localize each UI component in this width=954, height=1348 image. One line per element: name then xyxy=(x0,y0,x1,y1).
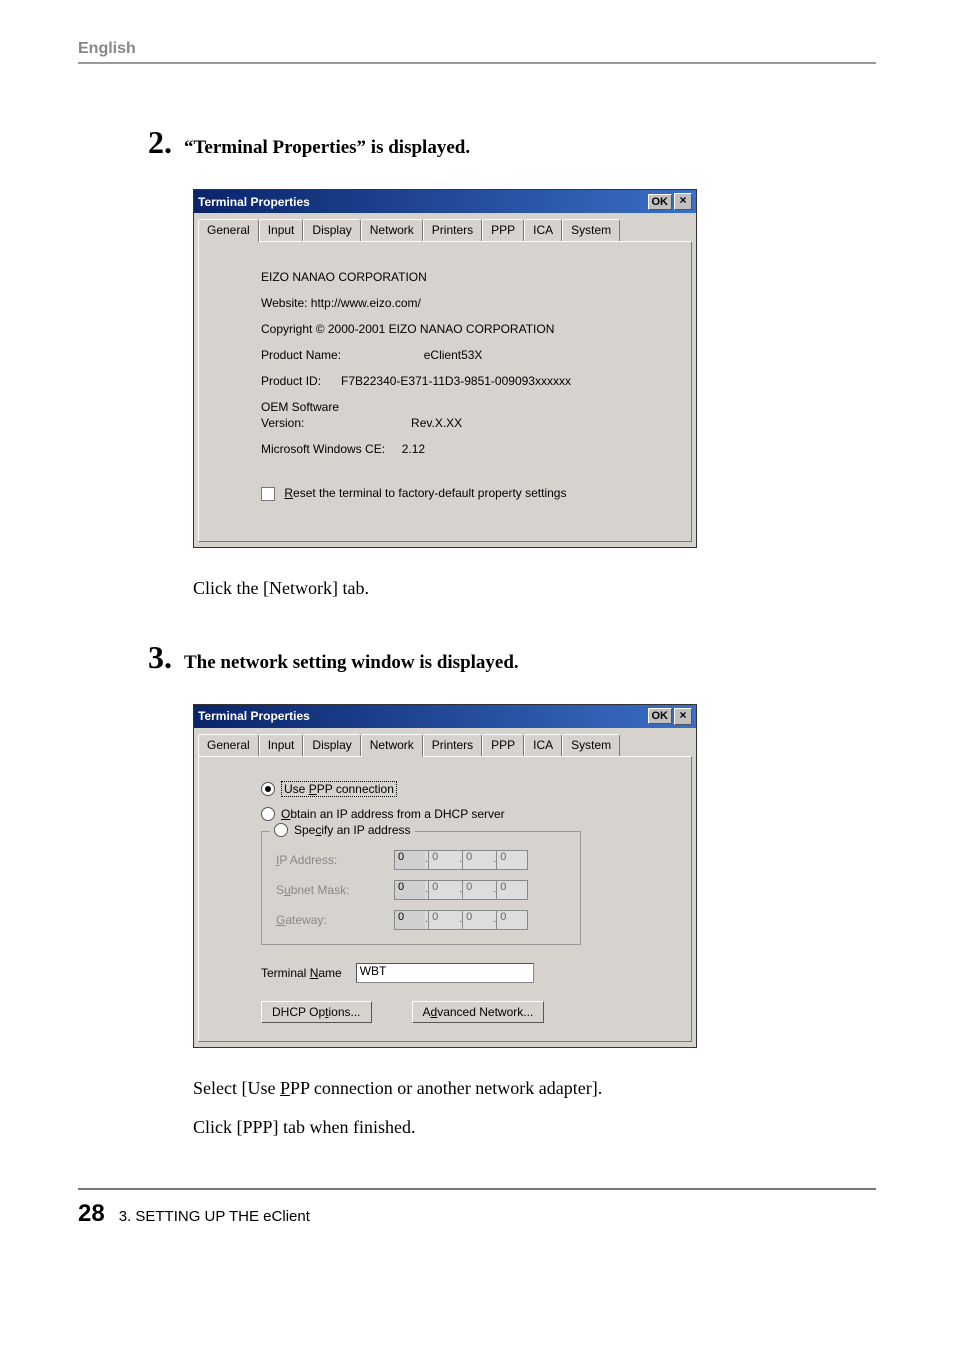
tab-system[interactable]: System xyxy=(562,734,620,757)
reset-checkbox-row[interactable]: Reset the terminal to factory-default pr… xyxy=(261,486,669,501)
window-ok-button[interactable]: OK xyxy=(648,194,673,210)
titlebar: Terminal Properties OK × xyxy=(194,190,696,213)
tab-network[interactable]: Network xyxy=(361,734,423,757)
ip-octet[interactable]: 0 xyxy=(496,850,528,870)
ip-octet[interactable]: 0 xyxy=(462,850,493,870)
subnet-mask-field[interactable]: 0. 0. 0. 0 xyxy=(394,880,528,900)
page-footer: 28 3. SETTING UP THE eClient xyxy=(78,1188,876,1228)
tab-body-network: Use PPP connection Obtain an IP address … xyxy=(198,756,692,1042)
step-2-instruction: Click the [Network] tab. xyxy=(193,578,876,599)
tab-strip: General Input Display Network Printers P… xyxy=(194,728,696,757)
tab-strip: General Input Display Network Printers P… xyxy=(194,213,696,242)
tab-ica[interactable]: ICA xyxy=(524,219,562,242)
ip-octet[interactable]: 0 xyxy=(496,910,528,930)
reset-label: Reset the terminal to factory-default pr… xyxy=(284,486,566,500)
radio-dhcp[interactable]: Obtain an IP address from a DHCP server xyxy=(261,807,669,821)
ip-octet[interactable]: 0 xyxy=(428,910,459,930)
tab-display[interactable]: Display xyxy=(303,734,360,757)
product-name-value: eClient53X xyxy=(424,348,483,362)
advanced-network-button[interactable]: Advanced Network... xyxy=(412,1001,545,1023)
footer-chapter: 3. SETTING UP THE eClient xyxy=(119,1208,310,1225)
ip-octet[interactable]: 0 xyxy=(428,880,459,900)
step-2-number: 2. xyxy=(148,124,172,161)
dhcp-options-button[interactable]: DHCP Options... xyxy=(261,1001,372,1023)
terminal-name-label: Terminal Name xyxy=(261,966,342,980)
gateway-field[interactable]: 0. 0. 0. 0 xyxy=(394,910,528,930)
radio-icon[interactable] xyxy=(274,823,288,837)
ip-octet[interactable]: 0 xyxy=(394,880,425,900)
oem-software-value: Rev.X.XX xyxy=(411,416,462,430)
window-ok-button[interactable]: OK xyxy=(648,708,673,724)
step-3-instruction-1: Select [Use PPP connection or another ne… xyxy=(193,1078,876,1099)
window-title: Terminal Properties xyxy=(198,195,310,209)
titlebar: Terminal Properties OK × xyxy=(194,705,696,728)
radio-icon[interactable] xyxy=(261,807,275,821)
ip-address-label: IP Address: xyxy=(276,853,386,867)
tab-network[interactable]: Network xyxy=(361,219,423,242)
ip-octet[interactable]: 0 xyxy=(428,850,459,870)
terminal-properties-window-network: Terminal Properties OK × General Input D… xyxy=(193,704,697,1048)
close-icon[interactable]: × xyxy=(674,708,692,725)
tab-general[interactable]: General xyxy=(198,219,259,242)
page-number: 28 xyxy=(78,1200,105,1228)
windows-ce-value: 2.12 xyxy=(402,442,425,456)
company-label: EIZO NANAO CORPORATION xyxy=(261,270,669,284)
header-language: English xyxy=(78,40,876,64)
step-3-text: The network setting window is displayed. xyxy=(184,652,519,674)
gateway-label: Gateway: xyxy=(276,913,386,927)
ip-address-field[interactable]: 0. 0. 0. 0 xyxy=(394,850,528,870)
tab-printers[interactable]: Printers xyxy=(423,219,482,242)
ip-octet[interactable]: 0 xyxy=(496,880,528,900)
step-2: 2. “Terminal Properties” is displayed. xyxy=(148,124,876,161)
copyright-label: Copyright © 2000-2001 EIZO NANAO CORPORA… xyxy=(261,322,669,336)
step-3-number: 3. xyxy=(148,639,172,676)
radio-use-ppp[interactable]: Use PPP connection xyxy=(261,781,669,797)
step-2-text: “Terminal Properties” is displayed. xyxy=(184,137,470,159)
product-id-value: F7B22340-E371-11D3-9851-009093xxxxxx xyxy=(341,374,571,388)
ip-octet[interactable]: 0 xyxy=(462,910,493,930)
tab-body-general: EIZO NANAO CORPORATION Website: http://w… xyxy=(198,241,692,542)
tab-display[interactable]: Display xyxy=(303,219,360,242)
radio-specify-label: Specify an IP address xyxy=(294,823,411,837)
website-label: Website: http://www.eizo.com/ xyxy=(261,296,669,310)
tab-input[interactable]: Input xyxy=(259,734,304,757)
specify-ip-group: Specify an IP address IP Address: 0. 0. … xyxy=(261,831,581,945)
tab-ica[interactable]: ICA xyxy=(524,734,562,757)
radio-icon[interactable] xyxy=(261,782,275,796)
radio-dhcp-label: Obtain an IP address from a DHCP server xyxy=(281,807,505,821)
tab-ppp[interactable]: PPP xyxy=(482,219,524,242)
tab-ppp[interactable]: PPP xyxy=(482,734,524,757)
step-3-instruction-2: Click [PPP] tab when finished. xyxy=(193,1117,876,1138)
ip-octet[interactable]: 0 xyxy=(394,850,425,870)
subnet-mask-label: Subnet Mask: xyxy=(276,883,386,897)
product-name-label: Product Name: xyxy=(261,348,341,362)
reset-checkbox[interactable] xyxy=(261,487,275,501)
close-icon[interactable]: × xyxy=(674,193,692,210)
oem-software-label-1: OEM Software xyxy=(261,400,339,414)
terminal-name-input[interactable]: WBT xyxy=(356,963,534,983)
window-title: Terminal Properties xyxy=(198,709,310,723)
tab-input[interactable]: Input xyxy=(259,219,304,242)
windows-ce-label: Microsoft Windows CE: xyxy=(261,442,385,456)
ip-octet[interactable]: 0 xyxy=(394,910,425,930)
step-3: 3. The network setting window is display… xyxy=(148,639,876,676)
oem-software-label-2: Version: xyxy=(261,416,304,430)
tab-general[interactable]: General xyxy=(198,734,259,757)
terminal-properties-window-general: Terminal Properties OK × General Input D… xyxy=(193,189,697,548)
radio-ppp-label: Use PPP connection xyxy=(281,781,397,797)
ip-octet[interactable]: 0 xyxy=(462,880,493,900)
tab-system[interactable]: System xyxy=(562,219,620,242)
product-id-label: Product ID: xyxy=(261,374,321,388)
tab-printers[interactable]: Printers xyxy=(423,734,482,757)
